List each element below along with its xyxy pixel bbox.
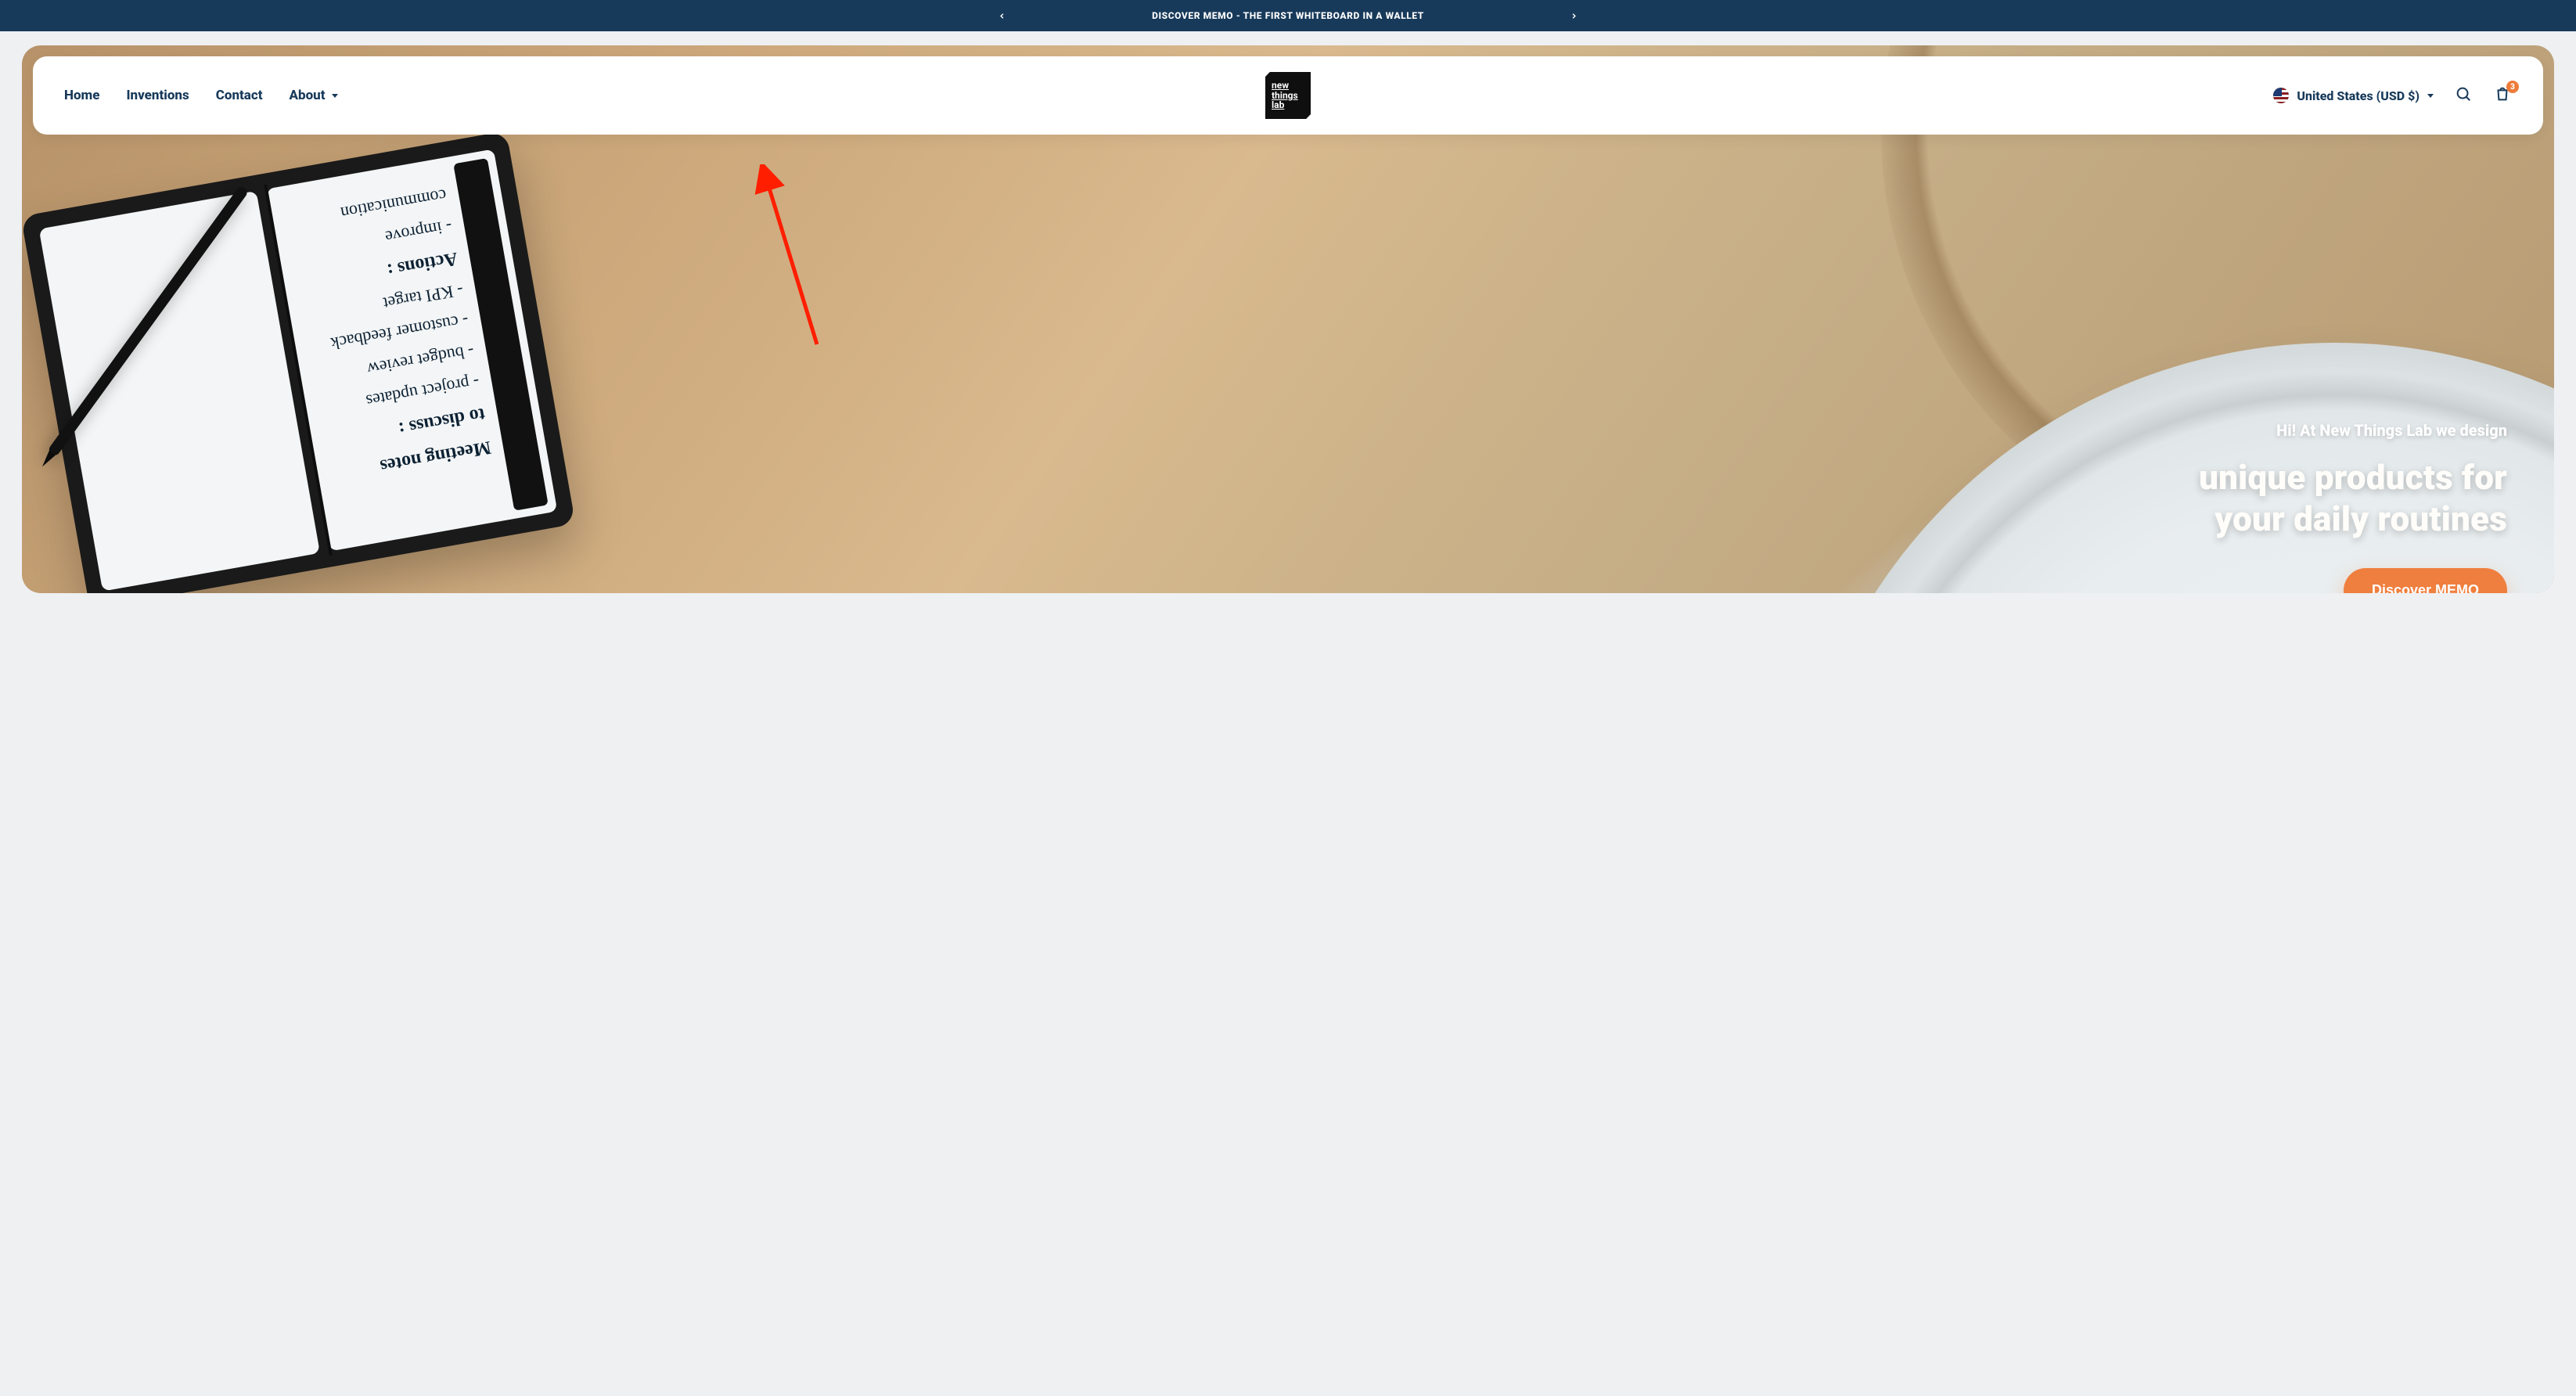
announcement-bar: DISCOVER MEMO - THE FIRST WHITEBOARD IN … — [0, 0, 2576, 31]
primary-nav: Home Inventions Contact About — [64, 88, 338, 103]
nav-about[interactable]: About — [290, 88, 338, 103]
discover-memo-button[interactable]: Discover MEMO — [2344, 568, 2507, 593]
announcement-prev-button[interactable] — [992, 6, 1011, 25]
annotation-arrow — [750, 164, 828, 355]
search-button[interactable] — [2454, 86, 2473, 105]
us-flag-icon — [2273, 88, 2289, 103]
hero-section: Meeting notes to discuss : - project upd… — [22, 45, 2554, 593]
hero-headline: unique products for your daily routines — [2199, 457, 2507, 540]
nav-about-label: About — [290, 88, 326, 103]
header-actions: United States (USD $) 3 — [2273, 86, 2512, 105]
cart-button[interactable]: 3 — [2493, 86, 2512, 105]
chevron-down-icon — [332, 94, 338, 98]
nav-home[interactable]: Home — [64, 88, 99, 103]
nav-contact[interactable]: Contact — [216, 88, 263, 103]
cart-count-badge: 3 — [2506, 81, 2519, 93]
nav-inventions[interactable]: Inventions — [126, 88, 189, 103]
announcement-text: DISCOVER MEMO - THE FIRST WHITEBOARD IN … — [1152, 10, 1424, 21]
hero-copy: Hi! At New Things Lab we design unique p… — [2199, 421, 2507, 593]
announcement-next-button[interactable] — [1565, 6, 1584, 25]
search-icon — [2455, 85, 2472, 106]
hero-eyebrow: Hi! At New Things Lab we design — [2199, 421, 2507, 440]
hero-memo-notebook: Meeting notes to discuss : - project upd… — [22, 131, 575, 593]
country-selector[interactable]: United States (USD $) — [2273, 88, 2434, 103]
chevron-left-icon — [998, 9, 1006, 23]
brand-logo[interactable]: new things lab — [1265, 72, 1311, 119]
chevron-down-icon — [2427, 94, 2434, 98]
site-header: Home Inventions Contact About new things… — [33, 56, 2543, 135]
chevron-right-icon — [1570, 9, 1578, 23]
country-selector-label: United States (USD $) — [2297, 88, 2419, 103]
